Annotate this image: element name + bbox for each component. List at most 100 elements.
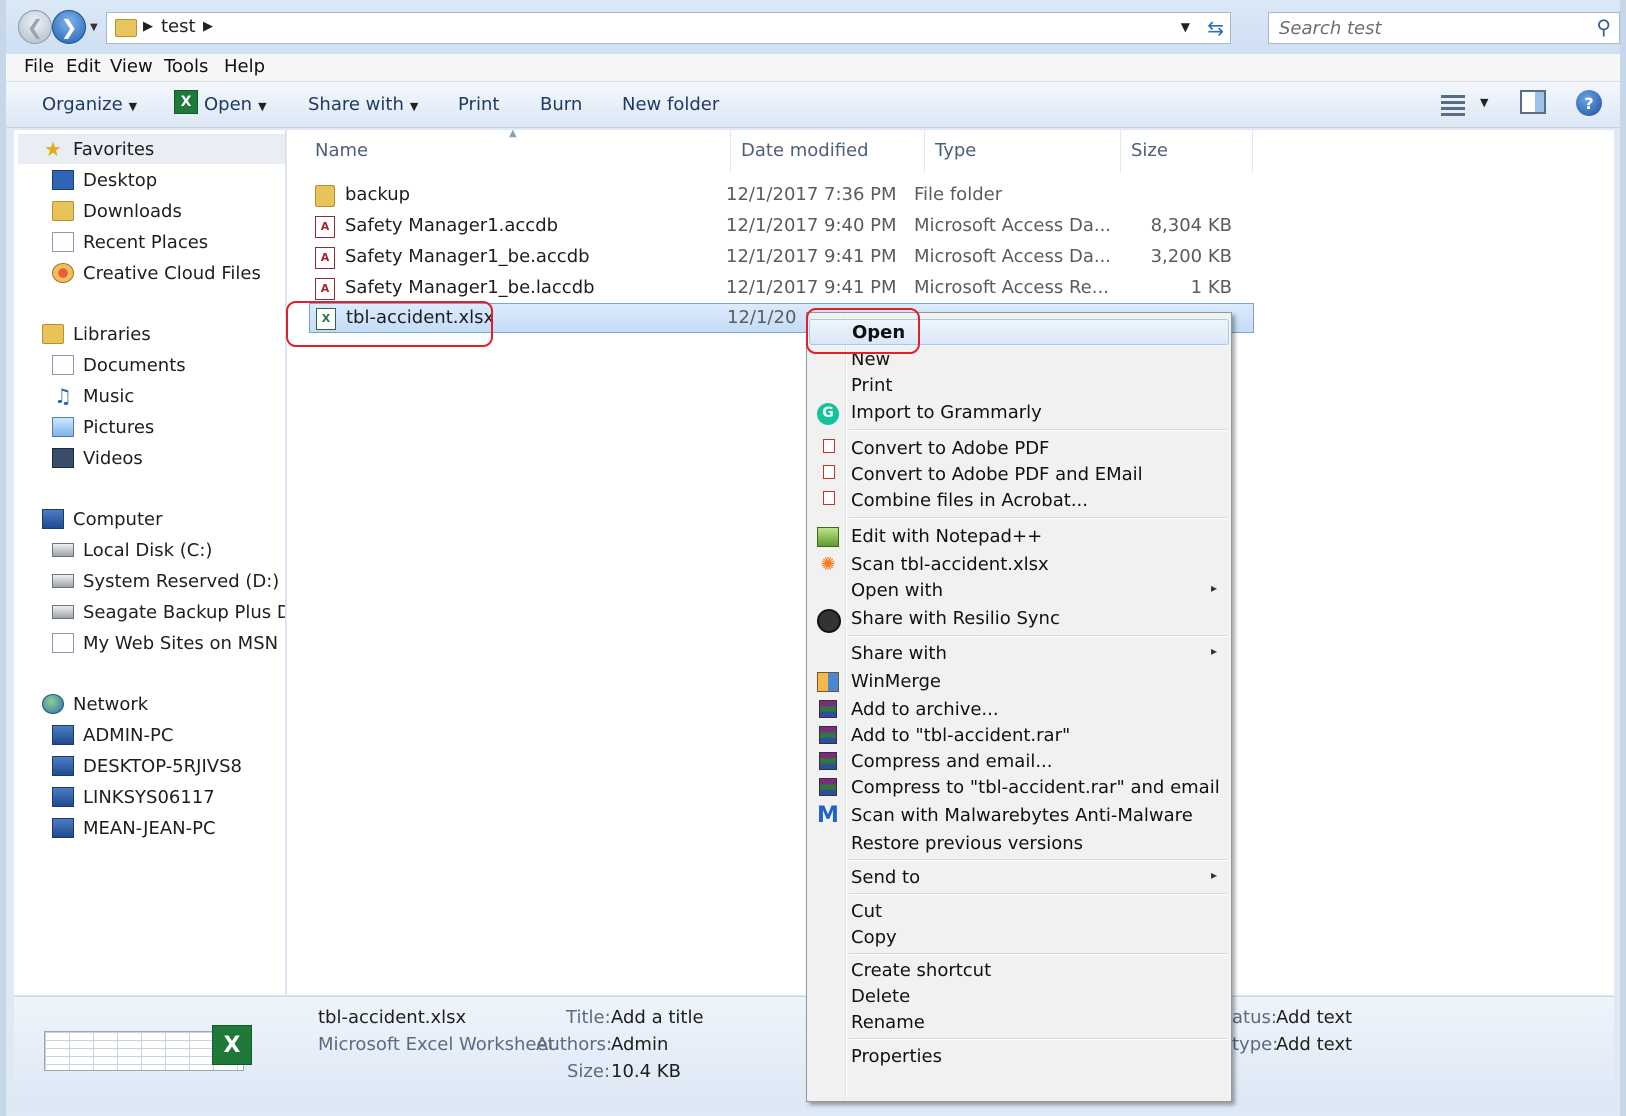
ctx-share-with[interactable]: Share with ▸ (809, 641, 1229, 667)
ctx-new[interactable]: New (809, 347, 1229, 373)
ctx-properties[interactable]: Properties (809, 1044, 1229, 1070)
ctx-combine-acrobat[interactable]: Combine files in Acrobat... (809, 488, 1229, 514)
breadcrumb-arrow-icon[interactable]: ▶ (143, 19, 153, 34)
nav-downloads[interactable]: Downloads (52, 196, 182, 226)
ctx-copy[interactable]: Copy (809, 925, 1229, 951)
ctx-winmerge[interactable]: WinMerge (809, 669, 1229, 695)
ctx-convert-pdf[interactable]: Convert to Adobe PDF (809, 436, 1229, 462)
ctx-convert-pdf-email[interactable]: Convert to Adobe PDF and EMail (809, 462, 1229, 488)
ctx-open[interactable]: Open (809, 319, 1229, 345)
column-divider[interactable] (924, 130, 925, 172)
recent-pages-dropdown-icon[interactable]: ▼ (90, 22, 98, 33)
ctx-label: Share with Resilio Sync (851, 608, 1060, 629)
ctx-share-resilio[interactable]: Share with Resilio Sync (809, 606, 1229, 633)
details-content-type-field[interactable]: Add text (1276, 1034, 1352, 1055)
column-type[interactable]: Type (935, 140, 976, 161)
nav-documents[interactable]: Documents (52, 350, 186, 380)
file-row[interactable]: A Safety Manager1.accdb 12/1/2017 9:40 P… (309, 212, 1254, 242)
forward-button[interactable]: ❯ (52, 10, 86, 44)
nav-network[interactable]: Network (42, 689, 148, 719)
ctx-add-rar[interactable]: Add to "tbl-accident.rar" (809, 723, 1229, 749)
refresh-icon[interactable]: ⇆ (1207, 16, 1224, 40)
ctx-label: WinMerge (851, 671, 941, 692)
print-button[interactable]: Print (458, 94, 499, 115)
nav-web-sites[interactable]: My Web Sites on MSN (52, 628, 278, 658)
address-dropdown-icon[interactable]: ▼ (1181, 20, 1190, 34)
column-size[interactable]: Size (1131, 140, 1168, 161)
chevron-down-icon: ▼ (409, 100, 419, 113)
nav-linksys[interactable]: LINKSYS06117 (52, 782, 215, 812)
ctx-label: Convert to Adobe PDF (851, 438, 1050, 459)
nav-computer[interactable]: Computer (42, 504, 162, 534)
ctx-scan-malwarebytes[interactable]: M Scan with Malwarebytes Anti-Malware (809, 803, 1229, 829)
search-icon[interactable]: ⚲ (1596, 15, 1611, 39)
nav-system-reserved[interactable]: System Reserved (D:) (52, 566, 279, 596)
file-date: 12/1/2017 9:40 PM (726, 215, 897, 236)
ctx-edit-notepad[interactable]: Edit with Notepad++ (809, 524, 1229, 550)
nav-videos[interactable]: Videos (52, 443, 143, 473)
search-input[interactable] (1269, 13, 1579, 43)
help-icon[interactable]: ? (1576, 90, 1602, 116)
nav-label: Documents (83, 354, 186, 376)
file-row[interactable]: A Safety Manager1_be.laccdb 12/1/2017 9:… (309, 274, 1254, 304)
nav-music[interactable]: ♫ Music (52, 381, 134, 411)
ctx-restore-versions[interactable]: Restore previous versions (809, 831, 1229, 857)
preview-pane-icon[interactable] (1520, 90, 1546, 114)
share-with-button[interactable]: Share with ▼ (308, 94, 418, 115)
open-button[interactable]: Open ▼ (204, 94, 267, 115)
nav-mean-jean-pc[interactable]: MEAN-JEAN-PC (52, 813, 216, 843)
ctx-scan-avast[interactable]: ✺ Scan tbl-accident.xlsx (809, 552, 1229, 578)
back-button[interactable]: ❮ (18, 10, 52, 44)
adobe-pdf-email-icon (823, 465, 835, 479)
chevron-down-icon[interactable]: ▼ (1480, 96, 1488, 109)
nav-desktop-5rjivs8[interactable]: DESKTOP-5RJIVS8 (52, 751, 242, 781)
column-date-modified[interactable]: Date modified (741, 140, 869, 161)
ctx-delete[interactable]: Delete (809, 984, 1229, 1010)
column-divider[interactable] (730, 130, 731, 172)
menu-file[interactable]: File (24, 56, 54, 77)
ctx-create-shortcut[interactable]: Create shortcut (809, 958, 1229, 984)
burn-button[interactable]: Burn (540, 94, 582, 115)
search-box[interactable]: ⚲ (1268, 12, 1620, 44)
details-status-field[interactable]: Add text (1276, 1007, 1352, 1028)
nav-recent-places[interactable]: Recent Places (52, 227, 208, 257)
ctx-add-archive[interactable]: Add to archive... (809, 697, 1229, 723)
new-folder-button[interactable]: New folder (622, 94, 719, 115)
breadcrumb-arrow-icon[interactable]: ▶ (203, 19, 213, 34)
address-bar[interactable]: ▶ test ▶ ▼ ⇆ (106, 12, 1231, 44)
ctx-send-to[interactable]: Send to ▸ (809, 865, 1229, 891)
ctx-open-with[interactable]: Open with ▸ (809, 578, 1229, 604)
view-options-icon[interactable] (1441, 92, 1465, 116)
ctx-compress-email[interactable]: Compress and email... (809, 749, 1229, 775)
column-divider[interactable] (1120, 130, 1121, 172)
ctx-print[interactable]: Print (809, 373, 1229, 399)
file-row[interactable]: backup 12/1/2017 7:36 PM File folder (309, 181, 1254, 211)
menu-tools[interactable]: Tools (164, 56, 208, 77)
winmerge-icon (817, 672, 839, 692)
menu-edit[interactable]: Edit (66, 56, 101, 77)
column-name[interactable]: Name (315, 140, 368, 161)
nav-pictures[interactable]: Pictures (52, 412, 154, 442)
menu-help[interactable]: Help (224, 56, 265, 77)
nav-local-disk[interactable]: Local Disk (C:) (52, 535, 212, 565)
ctx-import-grammarly[interactable]: G Import to Grammarly (809, 400, 1229, 426)
nav-favorites[interactable]: ★ Favorites (18, 134, 285, 164)
details-title-field[interactable]: Add a title (611, 1007, 704, 1028)
ctx-compress-rar-email[interactable]: Compress to "tbl-accident.rar" and email (809, 775, 1229, 801)
nav-admin-pc[interactable]: ADMIN-PC (52, 720, 173, 750)
breadcrumb-test[interactable]: test (161, 16, 196, 37)
nav-libraries[interactable]: Libraries (42, 319, 151, 349)
ctx-label: Compress and email... (851, 751, 1053, 772)
nav-desktop[interactable]: Desktop (52, 165, 157, 195)
ctx-rename[interactable]: Rename (809, 1010, 1229, 1036)
file-row[interactable]: A Safety Manager1_be.accdb 12/1/2017 9:4… (309, 243, 1254, 273)
ctx-cut[interactable]: Cut (809, 899, 1229, 925)
details-authors-field[interactable]: Admin (611, 1034, 668, 1055)
details-authors-label: Authors: (536, 1034, 613, 1055)
organize-button[interactable]: Organize ▼ (42, 94, 137, 115)
column-divider[interactable] (1252, 130, 1253, 172)
nav-label: Videos (83, 447, 143, 469)
nav-seagate[interactable]: Seagate Backup Plus Drive (52, 597, 285, 627)
nav-creative-cloud[interactable]: Creative Cloud Files (52, 258, 261, 288)
menu-view[interactable]: View (110, 56, 153, 77)
